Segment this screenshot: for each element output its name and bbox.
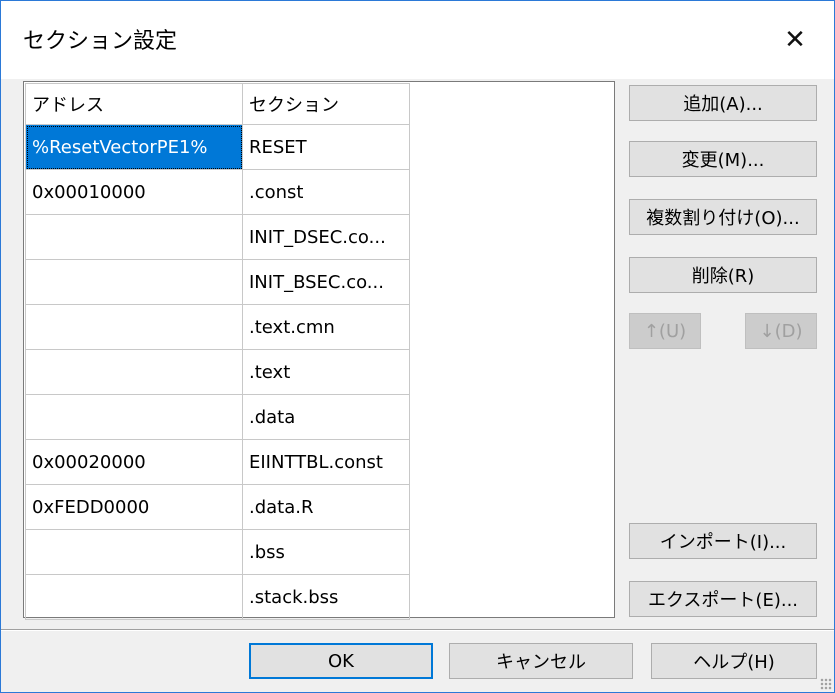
table-row[interactable]: .stack.bss [25,574,410,620]
table-row[interactable]: .text.cmn [25,304,410,350]
footer-separator [1,629,834,631]
address-cell[interactable] [25,394,243,440]
address-cell[interactable]: 0xFEDD0000 [25,484,243,530]
ok-button[interactable]: OK [249,643,433,679]
section-cell[interactable]: EIINTTBL.const [242,439,410,485]
address-cell[interactable] [25,349,243,395]
address-cell[interactable]: 0x00010000 [25,169,243,215]
section-cell[interactable]: INIT_DSEC.co... [242,214,410,260]
section-cell[interactable]: .stack.bss [242,574,410,620]
column-header-section[interactable]: セクション [242,83,410,125]
table-row[interactable]: .bss [25,529,410,575]
section-cell[interactable]: .data [242,394,410,440]
section-cell[interactable]: .text [242,349,410,395]
section-cell[interactable]: RESET [242,124,410,170]
table-row[interactable]: 0x00010000 .const [25,169,410,215]
section-cell[interactable]: .data.R [242,484,410,530]
address-cell[interactable]: %ResetVectorPE1% [25,124,243,170]
add-button[interactable]: 追加(A)... [629,85,817,121]
close-icon: ✕ [784,25,806,55]
change-button[interactable]: 変更(M)... [629,141,817,177]
delete-button[interactable]: 削除(R) [629,257,817,293]
section-cell[interactable]: INIT_BSEC.co... [242,259,410,305]
address-cell[interactable] [25,214,243,260]
table-row[interactable]: 0xFEDD0000 .data.R [25,484,410,530]
move-down-button[interactable]: ↓(D) [745,313,817,349]
title-bar[interactable]: セクション設定 ✕ [1,1,834,79]
table-row[interactable]: INIT_DSEC.co... [25,214,410,260]
table-row[interactable]: 0x00020000 EIINTTBL.const [25,439,410,485]
help-button[interactable]: ヘルプ(H) [651,643,817,679]
resize-grip-icon[interactable] [820,678,832,690]
move-up-button[interactable]: ↑(U) [629,313,701,349]
section-list-panel[interactable]: アドレス セクション %ResetVectorPE1% RESET 0x000100… [23,81,615,620]
section-cell[interactable]: .bss [242,529,410,575]
table-row[interactable]: .data [25,394,410,440]
table-row[interactable]: %ResetVectorPE1% RESET [25,124,410,170]
table-row[interactable]: .text [25,349,410,395]
section-cell[interactable]: .text.cmn [242,304,410,350]
column-header-address[interactable]: アドレス [25,83,243,125]
section-table: アドレス セクション %ResetVectorPE1% RESET 0x000100… [25,83,410,620]
dialog-title: セクション設定 [23,29,178,54]
close-button[interactable]: ✕ [756,1,834,79]
export-button[interactable]: エクスポート(E)... [629,581,817,617]
address-cell[interactable]: 0x00020000 [25,439,243,485]
section-cell[interactable]: .const [242,169,410,215]
address-cell[interactable] [25,259,243,305]
address-cell[interactable] [25,574,243,620]
table-row[interactable]: INIT_BSEC.co... [25,259,410,305]
import-button[interactable]: インポート(I)... [629,523,817,559]
multi-assign-button[interactable]: 複数割り付け(O)... [629,199,817,235]
address-cell[interactable] [25,529,243,575]
table-header-row: アドレス セクション [25,83,410,125]
cancel-button[interactable]: キャンセル [449,643,633,679]
section-settings-dialog: セクション設定 ✕ アドレス セクション %ResetVectorPE1% RES… [0,0,835,693]
address-cell[interactable] [25,304,243,350]
